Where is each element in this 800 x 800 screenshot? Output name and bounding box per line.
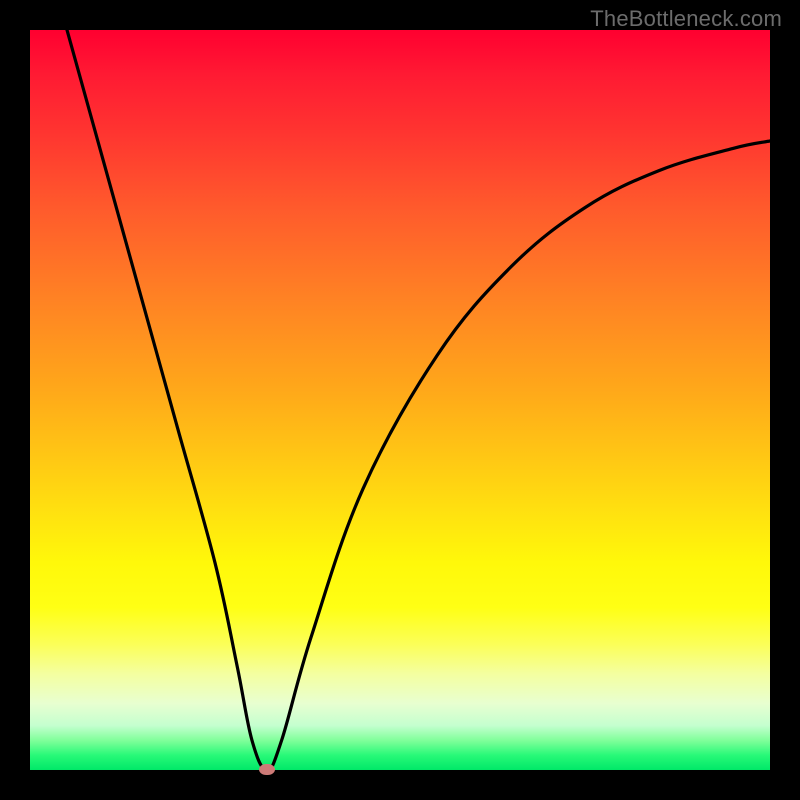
curve-path [67, 30, 770, 770]
chart-frame: TheBottleneck.com [0, 0, 800, 800]
watermark-text: TheBottleneck.com [590, 6, 782, 32]
bottleneck-curve [30, 30, 770, 770]
minimum-marker [259, 764, 275, 775]
